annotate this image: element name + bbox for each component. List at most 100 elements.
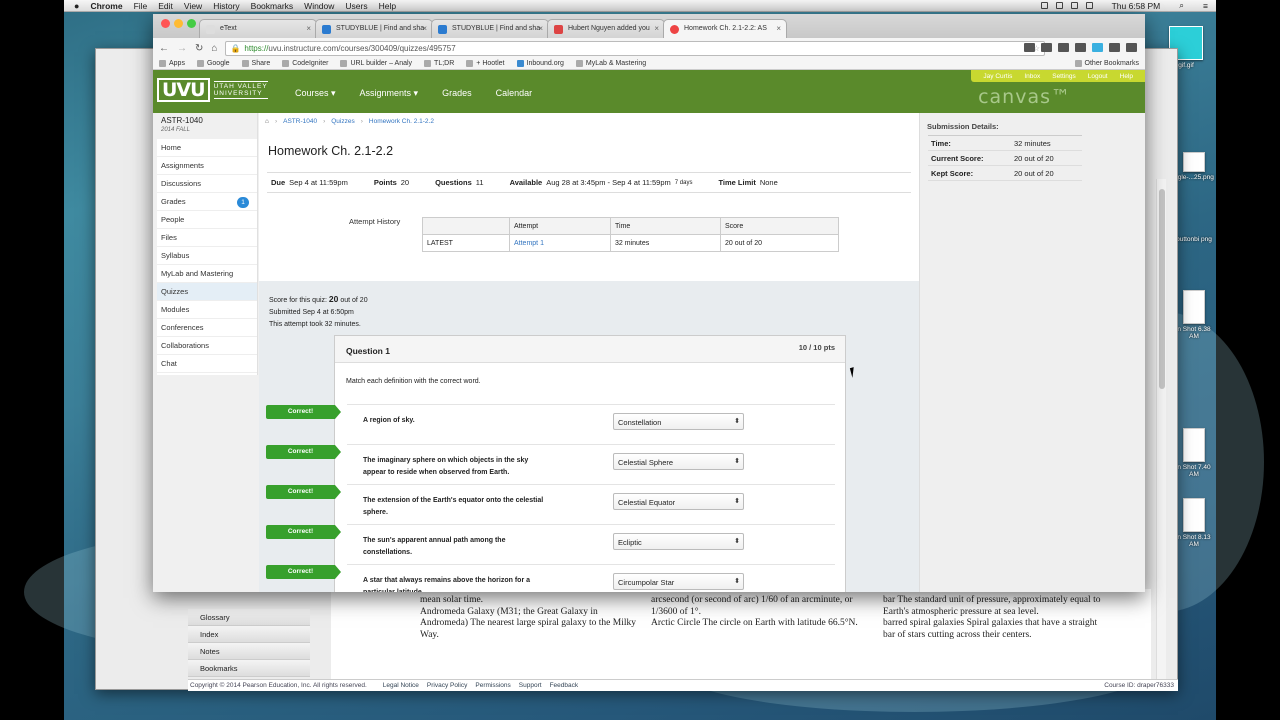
course-nav-quizzes[interactable]: Quizzes <box>157 283 257 301</box>
course-nav-discussions[interactable]: Discussions <box>157 175 257 193</box>
menu-view[interactable]: View <box>184 1 202 11</box>
course-nav-conferences[interactable]: Conferences <box>157 319 257 337</box>
dropbox-icon[interactable] <box>1055 2 1063 9</box>
course-nav-modules[interactable]: Modules <box>157 301 257 319</box>
battery-icon[interactable] <box>1085 2 1093 9</box>
answer-select[interactable]: Ecliptic <box>613 533 744 550</box>
course-nav-mylab[interactable]: MyLab and Mastering <box>157 265 257 283</box>
course-nav-chat[interactable]: Chat <box>157 355 257 373</box>
desktop-file[interactable]: buttonbi png <box>1172 236 1216 243</box>
etext-nav-bookmarks[interactable]: Bookmarks <box>188 660 310 677</box>
menu-edit[interactable]: Edit <box>158 1 173 11</box>
desktop-file[interactable]: n Shot 7.40 AM <box>1172 428 1216 478</box>
course-nav-people[interactable]: People <box>157 211 257 229</box>
tab-etext[interactable]: eText × <box>199 19 317 38</box>
menu-history[interactable]: History <box>213 1 239 11</box>
bookmark-share[interactable]: Share <box>241 60 270 67</box>
extension-icon[interactable] <box>1024 43 1035 52</box>
tab-close-icon[interactable]: × <box>538 24 543 33</box>
etext-nav-glossary[interactable]: Glossary <box>188 609 310 626</box>
home-icon[interactable]: ⌂ <box>265 118 269 125</box>
course-nav-home[interactable]: Home <box>157 139 257 157</box>
bookmark-other[interactable]: Other Bookmarks <box>1074 60 1139 67</box>
course-nav-grades[interactable]: Grades 1 <box>157 193 257 211</box>
course-nav-assignments[interactable]: Assignments <box>157 157 257 175</box>
close-window-icon[interactable] <box>161 19 170 28</box>
nav-courses[interactable]: Courses ▾ <box>283 88 348 99</box>
menu-bookmarks[interactable]: Bookmarks <box>251 1 294 11</box>
menu-help[interactable]: Help <box>379 1 396 11</box>
back-icon[interactable]: ← <box>159 43 169 54</box>
extension-icon[interactable] <box>1109 43 1120 52</box>
scroll-thumb[interactable] <box>1159 189 1165 389</box>
etext-nav-index[interactable]: Index <box>188 626 310 643</box>
tab-studyblue-1[interactable]: STUDYBLUE | Find and sha × <box>315 19 433 38</box>
bookmark-mylab[interactable]: MyLab & Mastering <box>575 60 646 67</box>
tab-studyblue-2[interactable]: STUDYBLUE | Find and sha × <box>431 19 549 38</box>
crumb-course[interactable]: ASTR-1040 <box>283 118 317 125</box>
answer-select[interactable]: Celestial Sphere <box>613 453 744 470</box>
etext-nav-notes[interactable]: Notes <box>188 643 310 660</box>
desktop-file[interactable]: ogle-...25.png <box>1172 152 1216 181</box>
logout-link[interactable]: Logout <box>1088 73 1108 80</box>
zoom-window-icon[interactable] <box>187 19 196 28</box>
minimize-window-icon[interactable] <box>174 19 183 28</box>
bookmark-inbound[interactable]: Inbound.org <box>516 60 564 67</box>
help-link[interactable]: Help <box>1120 73 1133 80</box>
wifi-icon[interactable] <box>1070 2 1078 9</box>
course-nav-syllabus[interactable]: Syllabus <box>157 247 257 265</box>
nav-assignments[interactable]: Assignments ▾ <box>348 88 431 99</box>
tab-close-icon[interactable]: × <box>654 24 659 33</box>
crumb-quiz[interactable]: Homework Ch. 2.1-2.2 <box>369 118 434 125</box>
desktop-file[interactable]: n Shot 8.13 AM <box>1172 498 1216 548</box>
menubar-clock[interactable]: Thu 6:58 PM <box>1112 1 1161 11</box>
bookmark-tldr[interactable]: TL;DR <box>424 60 454 67</box>
reload-icon[interactable]: ↻ <box>195 43 203 54</box>
answer-select[interactable]: Constellation <box>613 413 744 430</box>
feedback-link[interactable]: Feedback <box>550 682 579 689</box>
privacy-link[interactable]: Privacy Policy <box>427 682 467 689</box>
nav-calendar[interactable]: Calendar <box>484 88 545 99</box>
user-name-link[interactable]: Jay Curtis <box>983 73 1012 80</box>
permissions-link[interactable]: Permissions <box>475 682 510 689</box>
tab-close-icon[interactable]: × <box>422 24 427 33</box>
tab-gmail[interactable]: Hubert Nguyen added you × <box>547 19 665 38</box>
etext-scrollbar[interactable] <box>1156 179 1166 679</box>
menu-file[interactable]: File <box>134 1 148 11</box>
home-icon[interactable]: ⌂ <box>211 43 217 54</box>
course-nav-collaborations[interactable]: Collaborations <box>157 337 257 355</box>
menu-window[interactable]: Window <box>304 1 334 11</box>
bookmark-url-builder[interactable]: URL builder – Analy <box>340 60 412 67</box>
inbox-link[interactable]: Inbox <box>1024 73 1040 80</box>
extension-icon[interactable] <box>1058 43 1069 52</box>
bookmark-codeigniter[interactable]: CodeIgniter <box>282 60 328 67</box>
address-bar[interactable]: 🔒 https://uvu.instructure.com/courses/30… <box>225 40 1045 56</box>
attempt-link[interactable]: Attempt 1 <box>509 234 611 252</box>
uvu-logo[interactable]: UVU UTAH VALLEY UNIVERSITY <box>157 78 268 102</box>
apple-icon[interactable]: ● <box>74 1 79 11</box>
legal-link[interactable]: Legal Notice <box>383 682 419 689</box>
spotlight-icon[interactable]: ⌕ <box>1179 0 1184 11</box>
status-icon[interactable] <box>1040 2 1048 9</box>
tab-homework[interactable]: Homework Ch. 2.1-2.2: AS × <box>663 19 787 38</box>
tab-close-icon[interactable]: × <box>776 24 781 33</box>
settings-link[interactable]: Settings <box>1052 73 1076 80</box>
menu-icon[interactable] <box>1126 43 1137 52</box>
extension-icon[interactable] <box>1075 43 1086 52</box>
desktop-file[interactable]: n Shot 6.38 AM <box>1172 290 1216 340</box>
bookmark-hootlet[interactable]: + Hootlet <box>466 60 505 67</box>
menu-users[interactable]: Users <box>345 1 367 11</box>
extension-icon[interactable] <box>1092 43 1103 52</box>
forward-icon[interactable]: → <box>177 43 187 54</box>
extension-icon[interactable] <box>1041 43 1052 52</box>
answer-select[interactable]: Celestial Equator <box>613 493 744 510</box>
crumb-quizzes[interactable]: Quizzes <box>331 118 354 125</box>
notifications-icon[interactable]: ≡ <box>1203 1 1208 11</box>
course-nav-files[interactable]: Files <box>157 229 257 247</box>
bookmark-apps[interactable]: Apps <box>159 60 185 67</box>
support-link[interactable]: Support <box>519 682 542 689</box>
tab-close-icon[interactable]: × <box>306 24 311 33</box>
answer-select[interactable]: Circumpolar Star <box>613 573 744 590</box>
menu-app[interactable]: Chrome <box>90 1 122 11</box>
bookmark-google[interactable]: Google <box>196 60 230 67</box>
